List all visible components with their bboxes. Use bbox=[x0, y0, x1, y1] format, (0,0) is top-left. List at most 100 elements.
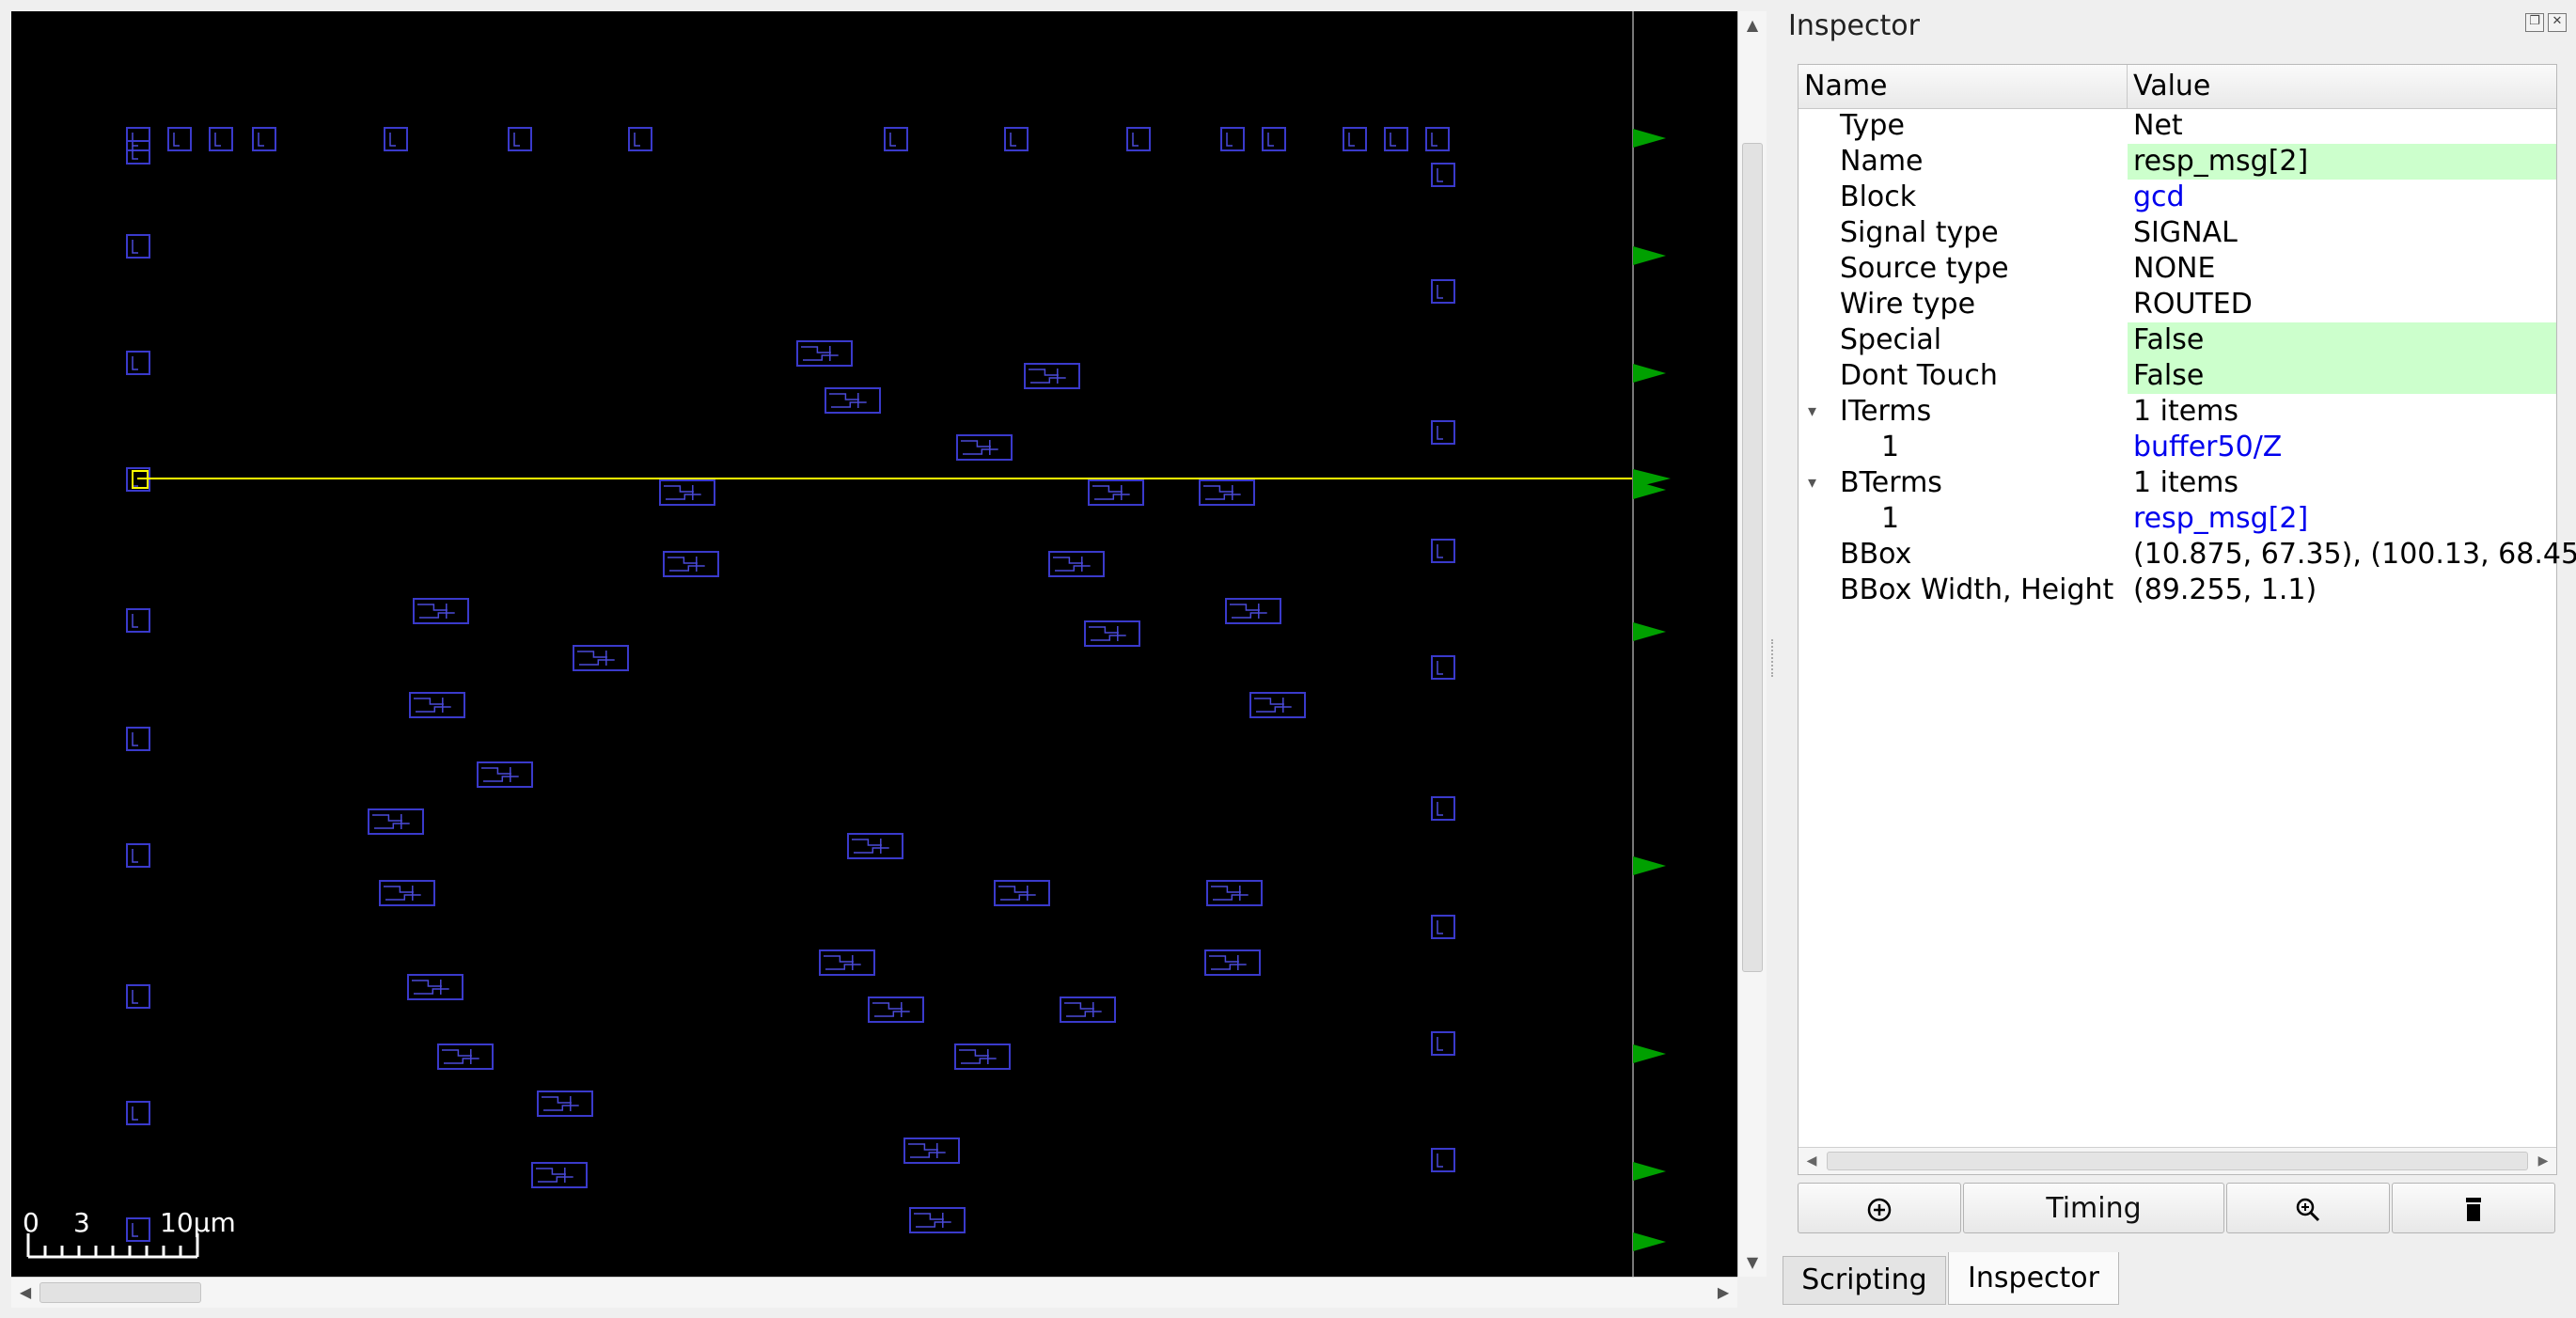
property-row[interactable]: ▾ ITerms 1 items bbox=[1798, 394, 2556, 430]
io-pin-marker[interactable] bbox=[1633, 1162, 1666, 1181]
std-cell[interactable] bbox=[1060, 996, 1116, 1023]
std-cell[interactable] bbox=[825, 387, 881, 414]
scroll-up-arrow-icon[interactable]: ▲ bbox=[1738, 11, 1767, 39]
property-value-link[interactable]: gcd bbox=[2128, 180, 2556, 215]
tree-scroll-left-icon[interactable]: ◀ bbox=[1798, 1148, 1825, 1174]
io-pin-marker-selected[interactable] bbox=[1633, 469, 1671, 488]
tab-scripting[interactable]: Scripting bbox=[1783, 1256, 1946, 1305]
tap-cell[interactable] bbox=[628, 127, 652, 151]
std-cell[interactable] bbox=[573, 645, 629, 671]
column-header-name[interactable]: Name bbox=[1798, 65, 2128, 108]
io-pin-marker[interactable] bbox=[1633, 364, 1666, 383]
property-row[interactable]: Special False bbox=[1798, 322, 2556, 358]
tap-cell[interactable] bbox=[1431, 796, 1455, 821]
tap-cell[interactable] bbox=[126, 140, 150, 165]
property-row[interactable]: Signal type SIGNAL bbox=[1798, 215, 2556, 251]
std-cell[interactable] bbox=[1249, 692, 1306, 718]
std-cell[interactable] bbox=[1206, 880, 1263, 906]
tap-cell[interactable] bbox=[126, 127, 150, 151]
tap-cell[interactable] bbox=[126, 984, 150, 1009]
tap-cell[interactable] bbox=[1384, 127, 1408, 151]
tap-cell[interactable] bbox=[1343, 127, 1367, 151]
tap-cell[interactable] bbox=[167, 127, 192, 151]
tap-cell[interactable] bbox=[126, 234, 150, 259]
tap-cell[interactable] bbox=[1431, 655, 1455, 680]
property-tree[interactable]: Name Value Type Net Name resp_msg[2] Block gc… bbox=[1798, 64, 2576, 1175]
layout-horizontal-scrollbar[interactable]: ◀ ▶ bbox=[11, 1277, 1737, 1308]
std-cell[interactable] bbox=[437, 1043, 494, 1070]
tap-cell[interactable] bbox=[508, 127, 532, 151]
tree-scroll-right-icon[interactable]: ▶ bbox=[2530, 1148, 2556, 1174]
std-cell[interactable] bbox=[368, 808, 424, 835]
std-cell[interactable] bbox=[1199, 479, 1255, 506]
property-row[interactable]: BBox Width, Height (89.255, 1.1) bbox=[1798, 573, 2556, 608]
tap-cell[interactable] bbox=[1126, 127, 1151, 151]
std-cell[interactable] bbox=[1225, 598, 1281, 624]
std-cell[interactable] bbox=[903, 1138, 960, 1164]
horizontal-scroll-thumb[interactable] bbox=[39, 1282, 201, 1303]
std-cell[interactable] bbox=[909, 1207, 966, 1233]
std-cell[interactable] bbox=[819, 949, 875, 976]
scroll-right-arrow-icon[interactable]: ▶ bbox=[1709, 1278, 1737, 1308]
dock-splitter[interactable] bbox=[1767, 0, 1779, 1318]
tap-cell[interactable] bbox=[252, 127, 276, 151]
io-pin-marker[interactable] bbox=[1633, 1044, 1666, 1063]
std-cell[interactable] bbox=[1048, 551, 1105, 577]
layout-vertical-scrollbar[interactable]: ▲ ▼ bbox=[1737, 11, 1767, 1277]
tap-cell[interactable] bbox=[1431, 1031, 1455, 1056]
tab-inspector[interactable]: Inspector bbox=[1948, 1252, 2119, 1305]
property-row[interactable]: Name resp_msg[2] bbox=[1798, 144, 2556, 180]
tree-scroll-thumb[interactable] bbox=[1827, 1152, 2528, 1170]
std-cell[interactable] bbox=[954, 1043, 1011, 1070]
zoom-to-button[interactable] bbox=[2226, 1183, 2390, 1233]
tap-cell[interactable] bbox=[1431, 163, 1455, 187]
tap-cell[interactable] bbox=[126, 608, 150, 633]
io-pin-marker[interactable] bbox=[1633, 1232, 1666, 1251]
std-cell[interactable] bbox=[956, 434, 1013, 461]
io-pin-marker[interactable] bbox=[1633, 246, 1666, 265]
layout-canvas[interactable]: 0 3 10μm bbox=[11, 11, 1737, 1277]
focus-net-button[interactable] bbox=[1798, 1183, 1961, 1233]
tap-cell[interactable] bbox=[126, 1101, 150, 1125]
property-row[interactable]: ▾ BTerms 1 items bbox=[1798, 465, 2556, 501]
std-cell[interactable] bbox=[847, 833, 903, 859]
property-value-link[interactable]: buffer50/Z bbox=[2128, 430, 2556, 465]
tap-cell[interactable] bbox=[1220, 127, 1245, 151]
tap-cell[interactable] bbox=[209, 127, 233, 151]
std-cell[interactable] bbox=[868, 996, 924, 1023]
property-row[interactable]: Type Net bbox=[1798, 108, 2556, 144]
timing-button[interactable]: Timing bbox=[1963, 1183, 2224, 1233]
scroll-left-arrow-icon[interactable]: ◀ bbox=[11, 1278, 39, 1308]
std-cell[interactable] bbox=[477, 761, 533, 788]
column-header-value[interactable]: Value bbox=[2128, 65, 2556, 108]
tap-cell[interactable] bbox=[126, 1217, 150, 1242]
std-cell[interactable] bbox=[379, 880, 435, 906]
property-row[interactable]: BBox (10.875, 67.35), (100.13, 68.45) bbox=[1798, 537, 2576, 573]
vertical-scroll-thumb[interactable] bbox=[1742, 143, 1763, 972]
tap-cell[interactable] bbox=[1431, 1148, 1455, 1172]
tap-cell[interactable] bbox=[1431, 420, 1455, 445]
scroll-down-arrow-icon[interactable]: ▼ bbox=[1738, 1248, 1767, 1277]
tap-cell[interactable] bbox=[1431, 915, 1455, 939]
std-cell[interactable] bbox=[537, 1090, 593, 1117]
tap-cell[interactable] bbox=[126, 351, 150, 375]
tap-cell[interactable] bbox=[384, 127, 408, 151]
property-row[interactable]: Source type NONE bbox=[1798, 251, 2556, 287]
std-cell[interactable] bbox=[1024, 363, 1080, 389]
io-pin-marker[interactable] bbox=[1633, 622, 1666, 641]
tap-cell[interactable] bbox=[1004, 127, 1029, 151]
clear-highlight-button[interactable] bbox=[2392, 1183, 2555, 1233]
property-row[interactable]: 1 buffer50/Z bbox=[1798, 430, 2556, 465]
property-row[interactable]: Block gcd bbox=[1798, 180, 2556, 215]
tap-cell[interactable] bbox=[1425, 127, 1450, 151]
tap-cell[interactable] bbox=[1431, 279, 1455, 304]
std-cell[interactable] bbox=[796, 340, 853, 367]
tap-cell[interactable] bbox=[126, 843, 150, 868]
std-cell[interactable] bbox=[413, 598, 469, 624]
tap-cell[interactable] bbox=[1262, 127, 1286, 151]
property-row[interactable]: 1 resp_msg[2] bbox=[1798, 501, 2556, 537]
std-cell[interactable] bbox=[659, 479, 715, 506]
tap-cell[interactable] bbox=[126, 727, 150, 751]
property-row[interactable]: Dont Touch False bbox=[1798, 358, 2556, 394]
std-cell[interactable] bbox=[1204, 949, 1261, 976]
